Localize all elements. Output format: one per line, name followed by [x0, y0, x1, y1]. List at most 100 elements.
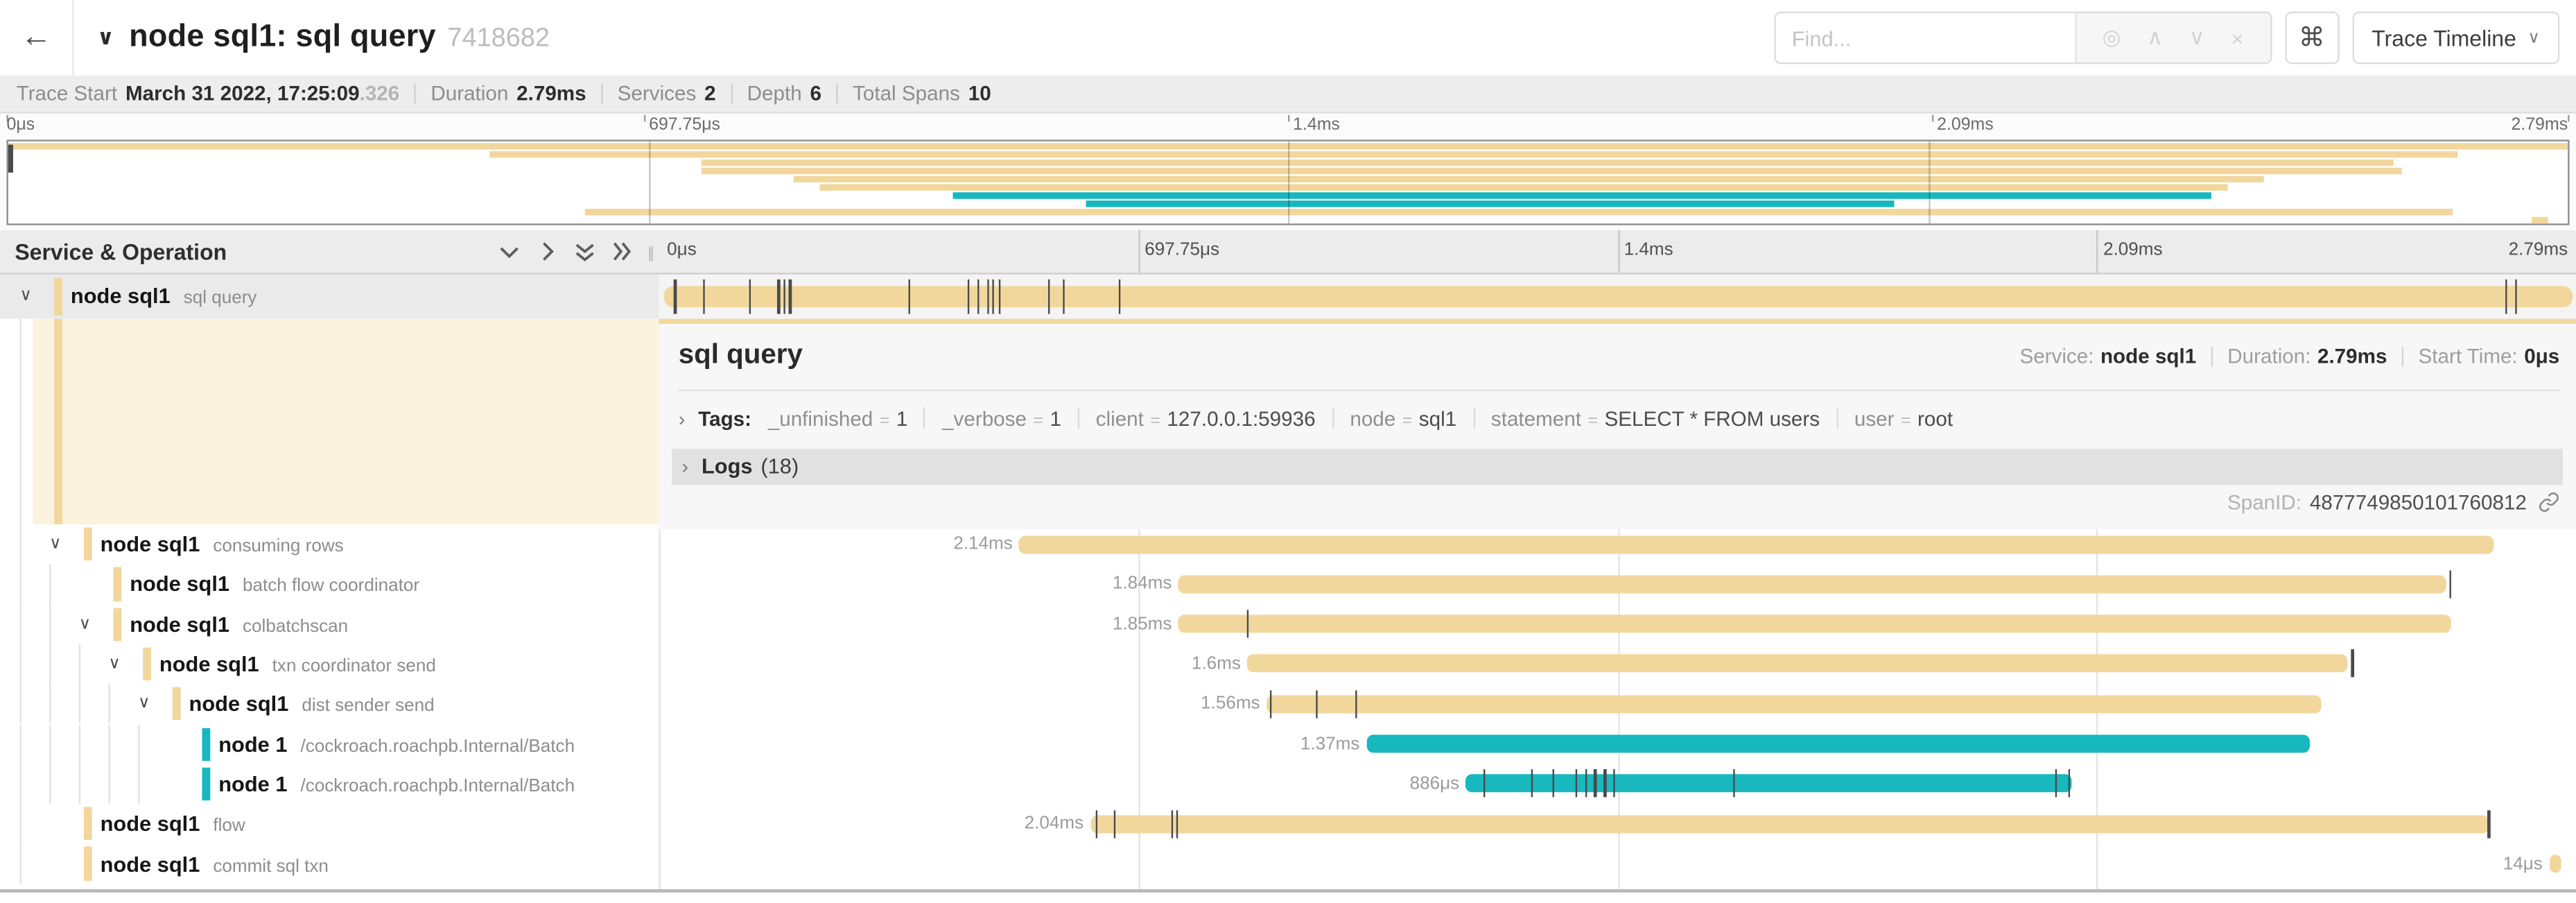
span-gantt-cell[interactable]: 1.6ms: [659, 644, 2576, 685]
span-row[interactable]: node sql1flow2.04ms: [0, 804, 2576, 844]
span-bar[interactable]: [1247, 655, 2347, 673]
log-marker-tick: [1176, 810, 1178, 838]
divider: [836, 84, 837, 103]
span-tree-cell[interactable]: node 1/cockroach.roachpb.Internal/Batch: [0, 724, 659, 764]
span-color-bar: [84, 847, 92, 880]
chevron-up-icon[interactable]: ∧: [2147, 25, 2163, 51]
chevron-down-icon[interactable]: ∨: [138, 695, 150, 713]
span-detail-meta: Service: node sql1 Duration: 2.79ms Star…: [2019, 344, 2559, 367]
deep-link-icon[interactable]: [2538, 492, 2559, 513]
span-tree-cell[interactable]: node 1/cockroach.roachpb.Internal/Batch: [0, 764, 659, 805]
collapse-all-icon[interactable]: [570, 239, 598, 264]
span-tree-cell[interactable]: node sql1batch flow coordinator: [0, 565, 659, 605]
span-tree-cell[interactable]: ∨ node sql1sql query: [0, 275, 659, 318]
span-duration-label: 1.56ms: [1201, 694, 1260, 714]
span-gantt-cell[interactable]: 14μs: [659, 844, 2576, 884]
span-row[interactable]: node sql1commit sql txn14μs: [0, 844, 2576, 884]
indent-guide: [79, 644, 80, 685]
log-marker-tick: [998, 279, 1000, 313]
span-gantt-cell[interactable]: 1.56ms: [659, 684, 2576, 724]
expand-all-icon[interactable]: [608, 239, 636, 264]
collapse-one-icon[interactable]: [494, 239, 522, 264]
column-resize-handle[interactable]: ∥: [647, 241, 657, 266]
span-bar[interactable]: [1366, 735, 2310, 753]
span-row[interactable]: node sql1batch flow coordinator1.84ms: [0, 565, 2576, 605]
span-tree-cell[interactable]: ∨node sql1dist sender send: [0, 684, 659, 724]
span-gantt-cell[interactable]: 2.04ms: [659, 804, 2576, 844]
span-gantt-cell[interactable]: 1.85ms: [659, 604, 2576, 644]
span-tree-cell[interactable]: ∨node sql1consuming rows: [0, 524, 659, 565]
span-bar[interactable]: [1178, 575, 2446, 593]
log-marker-tick: [993, 279, 995, 313]
clear-icon[interactable]: ×: [2231, 26, 2243, 51]
keyboard-shortcuts-button[interactable]: ⌘: [2285, 12, 2339, 64]
axis-tick: [1932, 115, 1933, 121]
span-bar[interactable]: [2549, 854, 2561, 872]
axis-gridline: [1138, 230, 1140, 273]
chevron-down-icon[interactable]: ∨: [108, 655, 120, 673]
span-row[interactable]: node 1/cockroach.roachpb.Internal/Batch 1…: [0, 724, 2576, 764]
indent-guide: [19, 684, 21, 724]
span-row[interactable]: ∨node sql1dist sender send 1.56ms: [0, 684, 2576, 724]
span-bar[interactable]: [1019, 535, 2494, 553]
chevron-down-icon[interactable]: ∨: [79, 615, 91, 633]
span-bar[interactable]: [1178, 615, 2451, 633]
span-gantt-cell[interactable]: 2.14ms: [659, 524, 2576, 565]
chevron-down-icon[interactable]: ∨: [49, 535, 61, 553]
span-row[interactable]: ∨node sql1consuming rows2.14ms: [0, 524, 2576, 565]
span-duration-label: 1.37ms: [1300, 734, 1360, 753]
service-operation-header: Service & Operation: [0, 230, 659, 273]
collapse-title-icon[interactable]: ∨: [97, 25, 114, 51]
log-marker-tick: [1247, 610, 1249, 638]
span-bar[interactable]: [663, 286, 2573, 307]
minimap-gridline: [648, 141, 650, 223]
span-gantt-cell[interactable]: 1.84ms: [659, 565, 2576, 605]
trace-title-group[interactable]: ∨ node sql1: sql query 7418682: [97, 19, 1774, 55]
span-color-bar: [84, 528, 92, 561]
span-row[interactable]: ∨ node sql1sql query: [0, 275, 2576, 318]
view-selector-label: Trace Timeline: [2372, 26, 2516, 51]
axis-tick: [644, 115, 645, 121]
expand-one-icon[interactable]: [532, 239, 560, 264]
minimap-scrubber-handle[interactable]: [8, 145, 12, 173]
log-marker-tick: [1575, 770, 1577, 798]
indent-guide: [108, 724, 110, 764]
span-bar[interactable]: [1090, 815, 2490, 833]
log-marker-tick: [778, 279, 780, 313]
tags-accordion[interactable]: › Tags: _unfinished=1_verbose=1client=12…: [679, 400, 2560, 436]
find-input[interactable]: [1775, 13, 2074, 62]
span-bar[interactable]: [1466, 775, 2072, 793]
span-tree-cell[interactable]: ∨node sql1colbatchscan: [0, 604, 659, 644]
detail-row-highlight: [33, 318, 659, 524]
collapse-controls: [485, 239, 636, 264]
span-gantt-cell[interactable]: 886μs: [659, 764, 2576, 805]
minimap-span-bar: [819, 184, 2227, 190]
log-marker-tick: [1316, 690, 1319, 718]
tag-value: 1: [1050, 407, 1061, 430]
indent-guide: [108, 684, 110, 724]
span-tree-cell[interactable]: node sql1flow: [0, 804, 659, 844]
logs-accordion[interactable]: › Logs (18): [672, 448, 2563, 484]
span-tree-cell[interactable]: ∨node sql1txn coordinator send: [0, 644, 659, 685]
locate-icon[interactable]: ◎: [2103, 25, 2121, 51]
span-gantt-cell[interactable]: 1.37ms: [659, 724, 2576, 764]
span-tree-cell[interactable]: node sql1commit sql txn: [0, 844, 659, 884]
service-name: node sql1sql query: [71, 284, 257, 309]
log-marker-tick: [2488, 810, 2490, 838]
operation-name: batch flow coordinator: [243, 577, 419, 596]
view-selector-button[interactable]: Trace Timeline ∨: [2352, 12, 2559, 64]
divider: [1473, 408, 1474, 429]
indent-guide: [49, 644, 51, 685]
span-row[interactable]: ∨node sql1txn coordinator send1.6ms: [0, 644, 2576, 685]
operation-name: dist sender send: [302, 696, 434, 716]
span-gantt-cell[interactable]: [659, 275, 2576, 318]
span-bar[interactable]: [1267, 695, 2321, 713]
span-row[interactable]: ∨node sql1colbatchscan1.85ms: [0, 604, 2576, 644]
chevron-down-icon[interactable]: ∨: [2189, 25, 2205, 51]
log-marker-tick: [908, 279, 910, 313]
span-row[interactable]: node 1/cockroach.roachpb.Internal/Batch8…: [0, 764, 2576, 805]
minimap-canvas[interactable]: [6, 139, 2569, 225]
back-button[interactable]: ←: [0, 0, 74, 76]
chevron-down-icon[interactable]: ∨: [19, 287, 31, 305]
log-marker-tick: [1096, 810, 1098, 838]
